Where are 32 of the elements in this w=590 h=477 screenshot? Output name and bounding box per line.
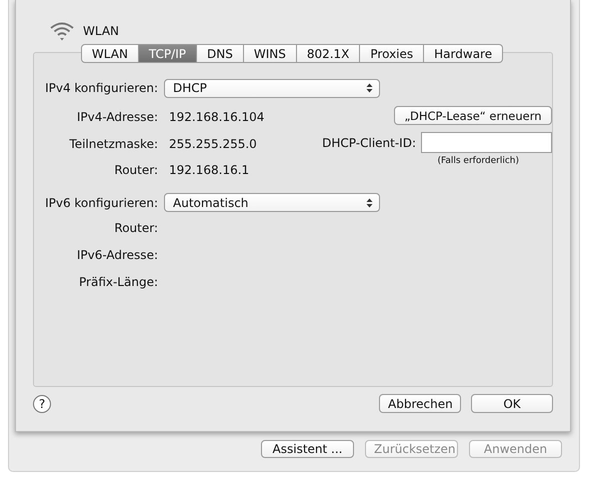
tab[interactable]: WLAN bbox=[80, 44, 139, 63]
tab[interactable]: DNS bbox=[196, 44, 244, 63]
ipv4-dropdown[interactable]: DHCP bbox=[164, 78, 380, 98]
field-label: IPv4 konfigurieren: bbox=[44, 81, 159, 95]
field-label: IPv6-Adresse: bbox=[76, 248, 159, 262]
dialog-button[interactable]: Abbrechen bbox=[379, 394, 461, 413]
dialog-button[interactable]: OK bbox=[471, 394, 553, 413]
field-label: DHCP-Client-ID: bbox=[322, 136, 416, 150]
field-value: 192.168.16.1 bbox=[168, 163, 250, 178]
field-label: IPv4-Adresse: bbox=[76, 110, 159, 124]
tab[interactable]: WINS bbox=[244, 44, 297, 63]
client-id-field[interactable] bbox=[421, 132, 552, 153]
tab[interactable]: 802.1X bbox=[296, 44, 360, 63]
ipv6-dropdown[interactable]: Automatisch bbox=[164, 193, 380, 212]
field-value: 255.255.255.0 bbox=[168, 136, 257, 151]
help-button[interactable]: ? bbox=[33, 394, 51, 412]
field-label: Router: bbox=[113, 220, 159, 234]
tab[interactable]: Proxies bbox=[360, 44, 424, 63]
tab[interactable]: TCP/IP bbox=[138, 44, 197, 63]
hint-text: (Falls erforderlich) bbox=[438, 156, 519, 166]
tab[interactable]: Hardware bbox=[424, 44, 504, 63]
field-label: Teilnetzmaske: bbox=[68, 136, 159, 151]
field-value: 192.168.16.104 bbox=[168, 110, 264, 124]
renew-lease-button[interactable]: „DHCP-Lease“ erneuern bbox=[394, 106, 552, 125]
field-label: IPv6 konfigurieren: bbox=[44, 196, 159, 210]
updown-icon bbox=[366, 83, 373, 93]
window-title: WLAN bbox=[83, 24, 120, 38]
wifi-icon bbox=[49, 20, 75, 42]
field-label: Router: bbox=[113, 163, 159, 178]
field-label: Präfix-Länge: bbox=[78, 274, 159, 288]
updown-icon bbox=[366, 198, 373, 208]
window-button[interactable]: Assistent ... bbox=[261, 440, 354, 458]
